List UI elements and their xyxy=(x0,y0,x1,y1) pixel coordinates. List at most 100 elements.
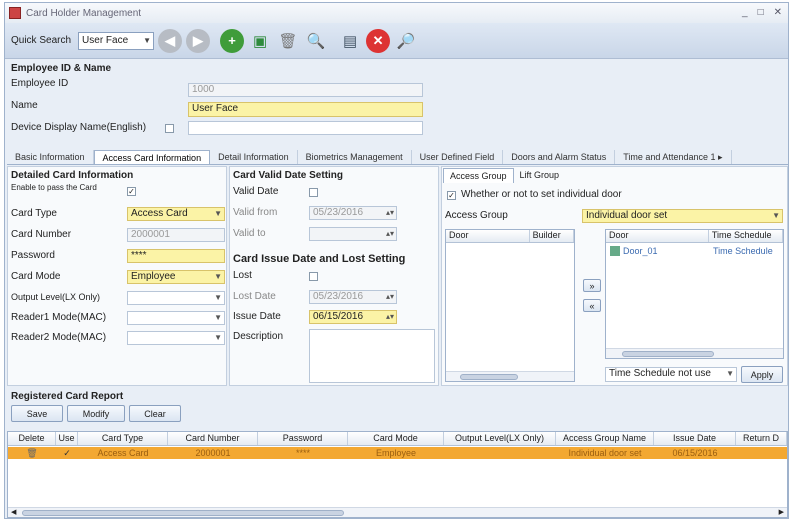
card-number-field[interactable]: 2000001 xyxy=(127,228,225,242)
assigned-schedule-col[interactable]: Time Schedule xyxy=(709,230,783,242)
issue-title: Card Issue Date and Lost Setting xyxy=(233,253,406,265)
card-detail-title: Detailed Card Information xyxy=(11,170,134,181)
table-row[interactable]: 🗑 ✓ Access Card 2000001 **** Employee In… xyxy=(8,447,787,459)
assigned-doors-list[interactable]: Door Time Schedule Door_01 Time Schedule xyxy=(605,229,784,359)
scroll-thumb[interactable] xyxy=(460,374,518,380)
spin-icon[interactable]: ▴▾ xyxy=(386,291,394,303)
col-delete[interactable]: Delete xyxy=(8,432,56,445)
row-output-level xyxy=(444,447,556,459)
individual-door-checkbox[interactable]: ✓ xyxy=(447,191,456,200)
col-card-type[interactable]: Card Type xyxy=(78,432,168,445)
col-card-mode[interactable]: Card Mode xyxy=(348,432,444,445)
issue-date-field[interactable]: 06/15/2016 ▴▾ xyxy=(309,310,397,324)
move-right-button[interactable]: » xyxy=(583,279,601,292)
row-use-check[interactable]: ✓ xyxy=(56,447,78,459)
validity-title: Card Valid Date Setting xyxy=(233,170,344,181)
next-icon[interactable]: ▶ xyxy=(186,28,211,53)
chevron-down-icon[interactable]: ▼ xyxy=(772,210,780,222)
scroll-thumb[interactable] xyxy=(22,510,344,516)
scroll-thumb[interactable] xyxy=(622,351,714,357)
tab-user-defined-field[interactable]: User Defined Field xyxy=(412,150,504,164)
save-icon[interactable]: ▣ xyxy=(248,29,272,53)
clear-button[interactable]: Clear xyxy=(129,405,181,422)
time-schedule-select[interactable]: Time Schedule not use ▼ xyxy=(605,367,737,382)
available-doors-scrollbar[interactable] xyxy=(446,371,574,381)
lost-checkbox[interactable] xyxy=(309,272,318,281)
col-use[interactable]: Use xyxy=(56,432,78,445)
tab-time-attendance[interactable]: Time and Attendance 1 ▸ xyxy=(615,150,732,164)
delete-icon[interactable]: 🗑 xyxy=(276,29,300,53)
spin-icon[interactable]: ▴▾ xyxy=(386,311,394,323)
available-door-col[interactable]: Door xyxy=(446,230,530,242)
assigned-door-col[interactable]: Door xyxy=(606,230,709,242)
row-password: **** xyxy=(295,448,310,458)
save-button[interactable]: Save xyxy=(11,405,63,422)
tab-biometrics-management[interactable]: Biometrics Management xyxy=(298,150,412,164)
row-issue-date: 06/15/2016 xyxy=(672,448,718,458)
list-item[interactable]: Door_01 Time Schedule xyxy=(610,246,773,256)
reader1-select[interactable]: ▼ xyxy=(127,311,225,325)
app-icon xyxy=(9,7,21,19)
search-icon[interactable]: 🔍 xyxy=(304,29,328,53)
card-mode-select[interactable]: Employee ▼ xyxy=(127,270,225,284)
col-output-level[interactable]: Output Level(LX Only) xyxy=(444,432,556,445)
tab-access-group[interactable]: Access Group xyxy=(443,168,514,183)
quick-search-combo[interactable]: User Face ▼ xyxy=(78,31,155,50)
chevron-down-icon[interactable]: ▼ xyxy=(143,36,151,45)
add-icon[interactable]: + xyxy=(220,28,245,53)
col-access-group[interactable]: Access Group Name xyxy=(556,432,654,445)
spin-icon[interactable]: ▴▾ xyxy=(386,228,394,240)
reader2-select[interactable]: ▼ xyxy=(127,331,225,345)
chevron-down-icon[interactable]: ▼ xyxy=(214,292,222,304)
enable-card-checkbox[interactable]: ✓ xyxy=(127,187,136,196)
scroll-left-icon[interactable]: ◀ xyxy=(11,508,16,516)
chevron-down-icon[interactable]: ▼ xyxy=(214,208,222,220)
chevron-down-icon[interactable]: ▼ xyxy=(214,332,222,344)
scroll-right-icon[interactable]: ▶ xyxy=(779,508,784,516)
maximize-button[interactable]: □ xyxy=(758,7,764,18)
chevron-down-icon[interactable]: ▼ xyxy=(214,271,222,283)
available-doors-list[interactable]: Door Builder xyxy=(445,229,575,382)
minimize-button[interactable]: _ xyxy=(742,7,748,18)
previous-icon[interactable]: ◀ xyxy=(158,28,183,53)
description-field[interactable] xyxy=(309,329,435,383)
col-password[interactable]: Password xyxy=(258,432,348,445)
card-holder-window: Card Holder Management _ □ ✕ Quick Searc… xyxy=(4,2,789,519)
device-name-field[interactable] xyxy=(188,121,423,135)
available-builder-col[interactable]: Builder xyxy=(530,230,574,242)
device-name-checkbox[interactable] xyxy=(165,124,174,133)
chevron-down-icon[interactable]: ▼ xyxy=(726,368,734,380)
close-window-button[interactable]: ✕ xyxy=(774,7,782,18)
apply-button[interactable]: Apply xyxy=(741,366,783,383)
valid-from-field[interactable]: 05/23/2016 ▴▾ xyxy=(309,206,397,220)
output-level-select[interactable]: ▼ xyxy=(127,291,225,305)
spin-icon[interactable]: ▴▾ xyxy=(386,207,394,219)
password-field[interactable]: **** xyxy=(127,249,225,263)
col-card-number[interactable]: Card Number xyxy=(168,432,258,445)
card-type-select[interactable]: Access Card ▼ xyxy=(127,207,225,221)
tab-detail-information[interactable]: Detail Information xyxy=(210,150,298,164)
print-icon[interactable]: ▤ xyxy=(338,29,362,53)
assigned-door-name: Door_01 xyxy=(623,246,658,256)
valid-to-field[interactable]: ▴▾ xyxy=(309,227,397,241)
cancel-icon[interactable]: ✕ xyxy=(366,28,391,53)
employee-id-field[interactable]: 1000 xyxy=(188,83,423,97)
card-type-label: Card Type xyxy=(11,208,57,219)
tab-lift-group[interactable]: Lift Group xyxy=(514,168,566,183)
tab-access-card-information[interactable]: Access Card Information xyxy=(93,150,211,164)
col-return-date[interactable]: Return D xyxy=(736,432,787,445)
move-left-button[interactable]: « xyxy=(583,299,601,312)
lost-date-field[interactable]: 05/23/2016 ▴▾ xyxy=(309,290,397,304)
tab-doors-alarm-status[interactable]: Doors and Alarm Status xyxy=(503,150,616,164)
name-field[interactable]: User Face xyxy=(188,102,423,117)
col-issue-date[interactable]: Issue Date xyxy=(654,432,736,445)
grid-scrollbar[interactable]: ◀ ▶ xyxy=(8,507,787,517)
access-group-select[interactable]: Individual door set ▼ xyxy=(582,209,783,223)
valid-date-checkbox[interactable] xyxy=(309,188,318,197)
chevron-down-icon[interactable]: ▼ xyxy=(214,312,222,324)
row-delete-icon[interactable]: 🗑 xyxy=(8,447,56,459)
tab-basic-information[interactable]: Basic Information xyxy=(7,150,94,164)
assigned-doors-scrollbar[interactable] xyxy=(606,348,783,358)
find-user-icon[interactable]: 🔎 xyxy=(394,29,418,53)
modify-button[interactable]: Modify xyxy=(67,405,125,422)
